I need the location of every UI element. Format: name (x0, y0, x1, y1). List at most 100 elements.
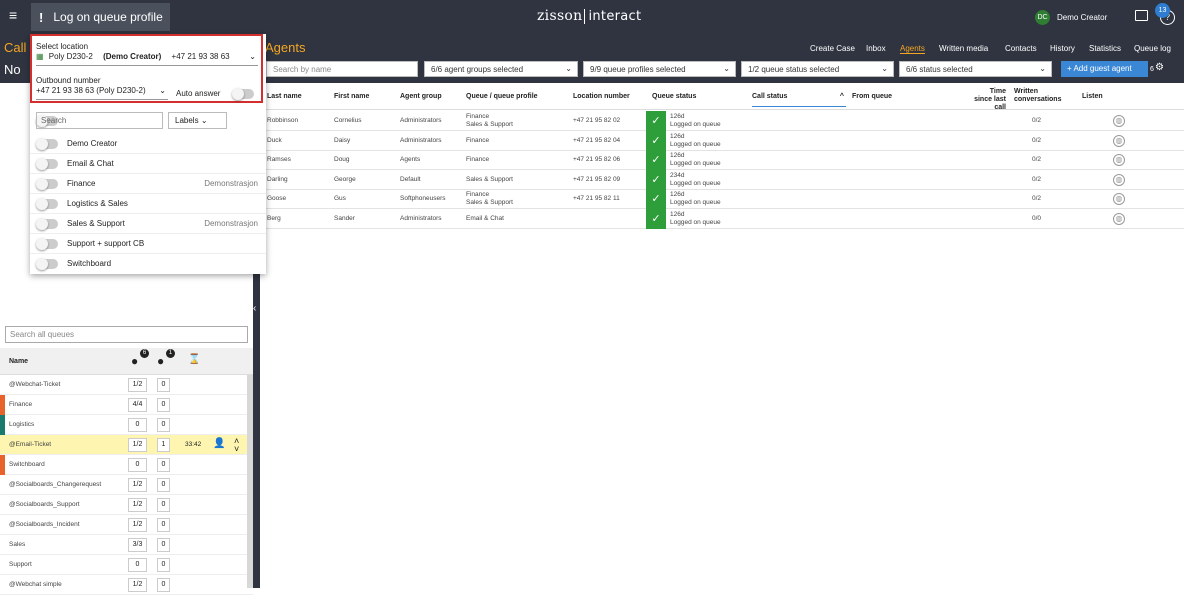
callers-icon[interactable]: ● (157, 354, 164, 368)
nav-written-media[interactable]: Written media (939, 44, 988, 53)
queue-row[interactable]: @Socialboards_Support 1/2 0 (0, 495, 253, 515)
last-name: Berg (267, 214, 281, 222)
col-time-since-last-call[interactable]: Time since last call (970, 88, 1006, 112)
profile-name: Demo Creator (67, 139, 118, 148)
profile-toggle[interactable] (36, 178, 58, 190)
agents-count: 0 (128, 558, 147, 572)
status-select[interactable]: 6/6 status selected ⌄ (899, 61, 1052, 77)
profile-name: Finance (67, 179, 96, 188)
profile-item[interactable]: Sales & Support Demonstrasjon (30, 214, 266, 234)
queue-status-time: 126d (670, 113, 685, 120)
callers-count: 0 (157, 458, 170, 472)
call-subtitle: No (4, 62, 21, 77)
nav-inbox[interactable]: Inbox (866, 44, 886, 53)
listen-icon[interactable]: ◍ (1113, 154, 1125, 166)
auto-answer-toggle[interactable] (232, 88, 254, 100)
gear-icon[interactable]: ⚙ (1155, 62, 1164, 73)
queue-status-text: Logged on queue (670, 121, 721, 128)
hamburger-icon[interactable]: ≡ (9, 8, 23, 22)
search-all-queues-input[interactable]: Search all queues (5, 326, 248, 343)
log-on-queue-profile-button[interactable]: ! Log on queue profile (31, 3, 170, 31)
col-agent-group[interactable]: Agent group (400, 93, 442, 100)
agents-count: 0 (128, 458, 147, 472)
queue-status-select[interactable]: 1/2 queue status selected ⌄ (741, 61, 894, 77)
nav-contacts[interactable]: Contacts (1005, 44, 1037, 53)
queue-row[interactable]: Finance 4/4 0 (0, 395, 253, 415)
table-row[interactable]: Darling George Default Sales & Support +… (260, 169, 1184, 190)
profile-item[interactable]: Demo Creator (30, 134, 266, 154)
nav-queue-log[interactable]: Queue log (1134, 44, 1171, 53)
agent-groups-select[interactable]: 6/6 agent groups selected ⌄ (424, 61, 578, 77)
nav-statistics[interactable]: Statistics (1089, 44, 1121, 53)
col-first-name[interactable]: First name (334, 93, 369, 100)
agents-count: 0 (128, 418, 147, 432)
col-location-number[interactable]: Location number (573, 93, 630, 100)
add-guest-agent-button[interactable]: + Add guest agent (1061, 61, 1148, 77)
log-on-queue-profile-label: Log on queue profile (53, 10, 163, 24)
agents-icon[interactable]: ● (131, 354, 138, 368)
assign-agent-icon[interactable]: 👤 (213, 438, 225, 449)
listen-icon[interactable]: ◍ (1113, 173, 1125, 186)
queue-name-header[interactable]: Name (9, 358, 28, 365)
queues-scrollbar[interactable] (247, 375, 253, 588)
profile-toggle[interactable] (36, 198, 58, 210)
profile-toggle[interactable] (36, 158, 58, 170)
queue-row[interactable]: Logistics 0 0 (0, 415, 253, 435)
user-menu[interactable]: DC Demo Creator (1035, 10, 1107, 25)
profile-item[interactable]: Email & Chat (30, 154, 266, 174)
col-written-conversations[interactable]: Written conversations (1014, 88, 1066, 104)
hourglass-icon[interactable]: ⌛ (188, 354, 200, 365)
col-call-status[interactable]: Call status ^ (752, 93, 846, 107)
chevron-down-icon: ⌄ (159, 86, 166, 95)
col-queue-status[interactable]: Queue status (652, 93, 696, 100)
chat-icon[interactable] (1135, 10, 1148, 21)
listen-icon[interactable]: ◍ (1113, 115, 1125, 127)
col-last-name[interactable]: Last name (267, 93, 302, 100)
queue-row[interactable]: Sales 3/3 0 (0, 535, 253, 555)
queue-row[interactable]: Switchboard 0 0 (0, 455, 253, 475)
queue-row[interactable]: @Socialboards_Incident 1/2 0 (0, 515, 253, 535)
warning-icon: ! (39, 9, 44, 25)
table-row[interactable]: Ramses Doug Agents Finance +47 21 95 82 … (260, 150, 1184, 170)
table-row[interactable]: Goose Gus Softphoneusers Finance Sales & … (260, 189, 1184, 209)
listen-icon[interactable]: ◍ (1113, 193, 1125, 205)
profile-item[interactable]: Switchboard (30, 254, 266, 274)
table-row[interactable]: Duck Daisy Administrators Finance +47 21… (260, 130, 1184, 151)
profile-toggle[interactable] (36, 238, 58, 250)
agent-search-input[interactable]: Search by name (266, 61, 418, 77)
labels-dropdown[interactable]: Labels ⌄ (168, 112, 227, 129)
profile-toggle[interactable] (36, 218, 58, 230)
expand-icon[interactable]: ˄ ˅ (234, 437, 239, 454)
queue-row[interactable]: @Email-Ticket 1/2 1 33:42 👤 ˄ ˅ (0, 435, 253, 455)
queue-row[interactable]: @Socialboards_Changerequest 1/2 0 (0, 475, 253, 495)
agent-group: Agents (400, 156, 421, 163)
table-row[interactable]: Robbinson Cornelius Administrators Finan… (260, 111, 1184, 131)
nav-create-case[interactable]: Create Case (810, 44, 855, 53)
profile-item[interactable]: Finance Demonstrasjon (30, 174, 266, 194)
queue-profile: Sales & Support (466, 175, 513, 183)
listen-icon[interactable]: ◍ (1113, 134, 1125, 147)
queue-profiles-select[interactable]: 9/9 queue profiles selected ⌄ (583, 61, 736, 77)
nav-history[interactable]: History (1050, 44, 1075, 53)
col-from-queue[interactable]: From queue (852, 93, 892, 100)
queue-row[interactable]: Support 0 0 (0, 555, 253, 575)
table-row[interactable]: Berg Sander Administrators Email & Chat … (260, 208, 1184, 229)
nav-agents[interactable]: Agents (900, 44, 925, 54)
col-queue-profile[interactable]: Queue / queue profile (466, 93, 538, 100)
profile-item[interactable]: Support + support CB (30, 234, 266, 254)
agent-group: Administrators (400, 214, 442, 222)
profile-search-input[interactable]: Search (36, 112, 163, 129)
outbound-number-select[interactable]: +47 21 93 38 63 (Poly D230-2) ⌄ (36, 86, 168, 100)
col-listen[interactable]: Listen (1082, 93, 1103, 100)
queue-name: Switchboard (9, 461, 45, 468)
queue-row[interactable]: @Webchat simple 1/2 0 (0, 575, 253, 595)
listen-icon[interactable]: ◍ (1113, 212, 1125, 225)
profile-item[interactable]: Logistics & Sales (30, 194, 266, 214)
profile-toggle[interactable] (36, 138, 58, 150)
queue-row[interactable]: @Webchat-Ticket 1/2 0 (0, 375, 253, 395)
location-select[interactable]: ▦ Poly D230-2 (Demo Creator) +47 21 93 3… (36, 52, 258, 66)
queue-color-bar (0, 455, 5, 475)
queue-color-bar (0, 375, 5, 395)
profile-toggle[interactable] (36, 258, 58, 270)
chevron-left-icon[interactable]: ‹ (253, 303, 256, 314)
